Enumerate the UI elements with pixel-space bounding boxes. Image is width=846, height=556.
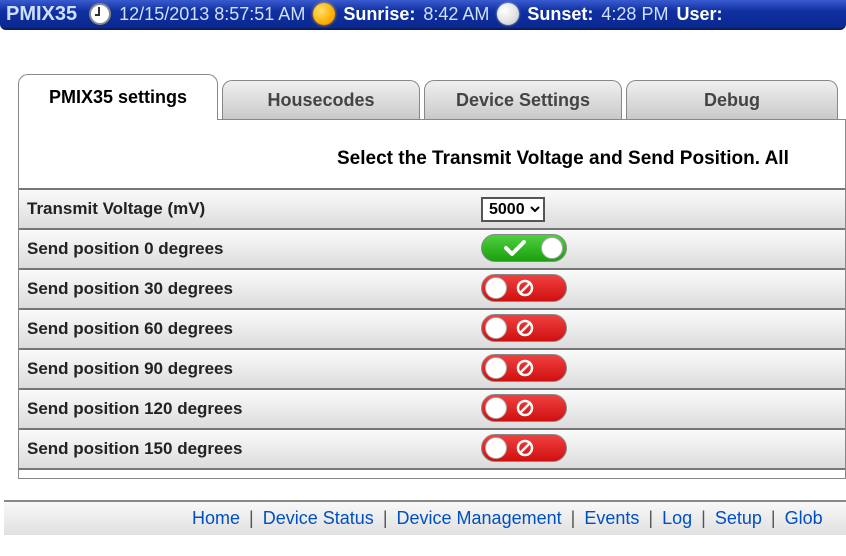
sun-icon [313, 3, 335, 25]
tab-label: Device Settings [456, 90, 590, 111]
separator: | [383, 508, 388, 528]
no-icon [516, 279, 534, 297]
separator: | [771, 508, 776, 528]
setting-row-position-120: Send position 120 degrees [19, 389, 845, 429]
position-label: Send position 90 degrees [19, 349, 479, 389]
settings-table: Transmit Voltage (mV) 5000 Send position… [19, 188, 845, 470]
setting-row-position-90: Send position 90 degrees [19, 349, 845, 389]
setting-row-position-60: Send position 60 degrees [19, 309, 845, 349]
no-icon [516, 399, 534, 417]
footer-link-events[interactable]: Events [584, 508, 639, 528]
tab-label: Housecodes [267, 90, 374, 111]
toggle-position-60[interactable] [481, 314, 567, 342]
voltage-select[interactable]: 5000 [481, 197, 545, 222]
datetime-text: 12/15/2013 8:57:51 AM [119, 4, 305, 25]
separator: | [648, 508, 653, 528]
toggle-knob [485, 277, 507, 299]
toggle-knob [485, 397, 507, 419]
instruction-text: Select the Transmit Voltage and Send Pos… [19, 148, 845, 188]
position-label: Send position 30 degrees [19, 269, 479, 309]
footer-link-glob[interactable]: Glob [785, 508, 823, 528]
separator: | [701, 508, 706, 528]
voltage-label: Transmit Voltage (mV) [19, 189, 479, 229]
footer-link-log[interactable]: Log [662, 508, 692, 528]
setting-row-position-150: Send position 150 degrees [19, 429, 845, 469]
user-label: User: [676, 4, 722, 25]
setting-row-position-0: Send position 0 degrees [19, 229, 845, 269]
tab-row: PMIX35 settings Housecodes Device Settin… [18, 74, 846, 120]
position-label: Send position 120 degrees [19, 389, 479, 429]
footer-link-setup[interactable]: Setup [715, 508, 762, 528]
toggle-position-150[interactable] [481, 434, 567, 462]
footer-link-device-management[interactable]: Device Management [397, 508, 562, 528]
setting-row-voltage: Transmit Voltage (mV) 5000 [19, 189, 845, 229]
clock-icon [89, 3, 111, 25]
tab-device-settings[interactable]: Device Settings [424, 80, 622, 120]
tab-label: PMIX35 settings [49, 87, 187, 108]
no-icon [516, 439, 534, 457]
no-icon [516, 359, 534, 377]
position-label: Send position 150 degrees [19, 429, 479, 469]
tab-panel: Select the Transmit Voltage and Send Pos… [18, 119, 846, 479]
separator: | [571, 508, 576, 528]
tab-housecodes[interactable]: Housecodes [222, 80, 420, 120]
sunrise-value: 8:42 AM [423, 4, 489, 25]
toggle-position-90[interactable] [481, 354, 567, 382]
sunset-value: 4:28 PM [601, 4, 668, 25]
footer-nav: Home | Device Status | Device Management… [4, 500, 846, 535]
tab-label: Debug [704, 90, 760, 111]
setting-row-position-30: Send position 30 degrees [19, 269, 845, 309]
sunrise-label: Sunrise: [343, 4, 415, 25]
tab-pmix35-settings[interactable]: PMIX35 settings [18, 74, 218, 120]
footer-link-device-status[interactable]: Device Status [263, 508, 374, 528]
toggle-knob [485, 317, 507, 339]
moon-icon [497, 3, 519, 25]
top-header-bar: PMIX35 12/15/2013 8:57:51 AM Sunrise: 8:… [0, 0, 846, 30]
tab-debug[interactable]: Debug [626, 80, 838, 120]
check-icon [504, 239, 526, 257]
footer-link-home[interactable]: Home [192, 508, 240, 528]
toggle-position-30[interactable] [481, 274, 567, 302]
app-title: PMIX35 [6, 3, 77, 26]
separator: | [249, 508, 254, 528]
toggle-position-120[interactable] [481, 394, 567, 422]
toggle-position-0[interactable] [481, 234, 567, 262]
toggle-knob [485, 437, 507, 459]
no-icon [516, 319, 534, 337]
tab-container: PMIX35 settings Housecodes Device Settin… [18, 74, 846, 479]
toggle-knob [541, 237, 563, 259]
toggle-knob [485, 357, 507, 379]
sunset-label: Sunset: [527, 4, 593, 25]
position-label: Send position 0 degrees [19, 229, 479, 269]
position-label: Send position 60 degrees [19, 309, 479, 349]
